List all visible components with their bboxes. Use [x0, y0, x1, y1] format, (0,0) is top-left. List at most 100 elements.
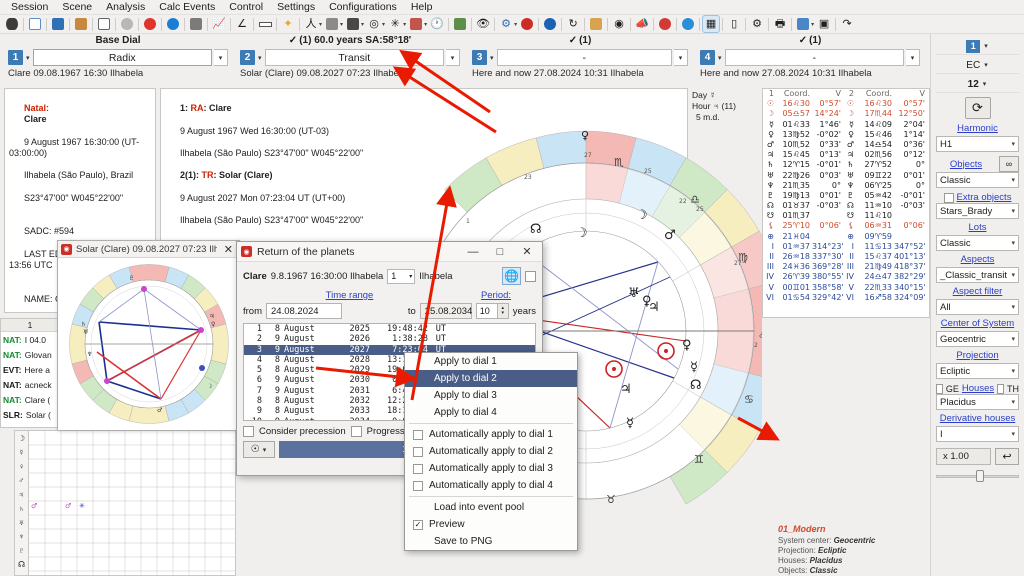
sidebar-center-select[interactable]: Geocentric	[936, 331, 1019, 347]
book-icon[interactable]	[588, 16, 604, 32]
sidebar-th-checkbox[interactable]	[997, 383, 1004, 394]
menu-item-analysis[interactable]: Analysis	[99, 0, 152, 15]
sidebar-ge-checkbox[interactable]	[936, 383, 943, 394]
chevron-down-icon[interactable]: ▾	[424, 21, 427, 28]
asterisk-icon[interactable]: ✳	[387, 16, 403, 32]
context-menu-item[interactable]: Apply to dial 4	[405, 404, 577, 421]
menu-item-configurations[interactable]: Configurations	[322, 0, 404, 15]
sun-chevron-down-icon[interactable]: ▾	[262, 446, 268, 454]
dialog-globe-checkbox[interactable]	[525, 270, 536, 282]
person-icon[interactable]: 人	[303, 16, 319, 32]
globe-icon[interactable]: 🌐	[502, 267, 521, 285]
menu-item-session[interactable]: Session	[4, 0, 55, 15]
menu-item-control[interactable]: Control	[222, 0, 270, 15]
printer-icon[interactable]: 🖶	[772, 16, 788, 32]
context-menu-checkbox[interactable]	[413, 480, 423, 491]
context-menu-item[interactable]: Automatically apply to dial 3	[405, 460, 577, 477]
sidebar-extra-objects-checkbox[interactable]	[943, 192, 954, 203]
sidebar-houses-chevron-down-icon[interactable]: ▾	[982, 80, 988, 88]
sidebar-dial-chevron-down-icon[interactable]: ▾	[983, 42, 989, 50]
dial-4-value[interactable]: -	[724, 49, 904, 66]
dial-2-checkbox[interactable]: ✓	[289, 35, 297, 46]
dial-1-chevron-down-icon[interactable]: ▾	[214, 49, 228, 66]
context-menu-item[interactable]: Load into event pool	[405, 499, 577, 516]
menu-item-help[interactable]: Help	[404, 0, 440, 15]
clock-icon[interactable]: 🕐	[429, 16, 445, 32]
solar-window-titlebar[interactable]: ◉ Solar (Clare) 09.08.2027 07:23 Ilha...…	[58, 241, 239, 258]
orbit-icon[interactable]: ∞	[999, 156, 1019, 172]
close-box-icon[interactable]: ▣	[816, 16, 832, 32]
sidebar-aspects-select[interactable]: _Classic_transit	[936, 267, 1019, 283]
sidebar-zoom-slider[interactable]	[936, 470, 1019, 482]
dialog-from-input[interactable]: 24.08.2024	[266, 303, 342, 319]
sidebar-harmonic-label[interactable]: Harmonic	[936, 123, 1019, 134]
dial-1-number[interactable]: 1	[8, 50, 23, 65]
dialog-time-range-label[interactable]: Time range	[326, 290, 374, 301]
clock-dial-icon[interactable]: ◎	[366, 16, 382, 32]
chevron-down-icon[interactable]: ▾	[811, 21, 814, 28]
sparkle-icon[interactable]: ✦	[280, 16, 296, 32]
dial-4-chevron-down-icon[interactable]: ▾	[906, 49, 920, 66]
context-menu-checkbox[interactable]	[413, 463, 423, 474]
dial-3-value[interactable]: -	[496, 49, 672, 66]
dialog-planet-select[interactable]: 1	[387, 268, 416, 284]
sidebar-objects-select[interactable]: Classic	[936, 172, 1019, 188]
dial-3-chevron-down-icon[interactable]: ▾	[674, 49, 688, 66]
planet-red-icon[interactable]	[657, 16, 673, 32]
sidebar-lots-label[interactable]: Lots	[936, 222, 1019, 233]
context-menu-item[interactable]: Automatically apply to dial 4	[405, 477, 577, 494]
dial-2-value[interactable]: Transit	[264, 49, 444, 66]
exit-icon[interactable]: ↷	[839, 16, 855, 32]
context-menu-item[interactable]: Apply to dial 1	[405, 353, 577, 370]
grid-table-icon[interactable]: ▦	[702, 15, 721, 33]
sidebar-coord-chevron-down-icon[interactable]: ▾	[983, 61, 989, 69]
phone-icon[interactable]: ▯	[726, 16, 742, 32]
record-red-icon[interactable]	[519, 16, 535, 32]
new-document-icon[interactable]	[27, 16, 43, 32]
minimize-button[interactable]: —	[462, 243, 484, 261]
sidebar-derivative-label[interactable]: Derivative houses	[936, 413, 1019, 424]
sidebar-aspects-label[interactable]: Aspects	[936, 254, 1019, 265]
return-date-row[interactable]: 1 8 August 2025 19:48:42 UT	[244, 324, 535, 334]
sidebar-derivative-select[interactable]: I	[936, 426, 1019, 442]
globe-blue-icon[interactable]	[165, 16, 181, 32]
globe-red-icon[interactable]	[142, 16, 158, 32]
sidebar-houses-select[interactable]: Placidus	[936, 394, 1019, 410]
database-icon[interactable]	[4, 16, 20, 32]
dial-1-value[interactable]: Radix	[32, 49, 212, 66]
dial-4-number[interactable]: 4	[700, 50, 715, 65]
context-menu-checkbox[interactable]	[413, 446, 423, 457]
consider-precession-checkbox[interactable]	[243, 426, 254, 437]
dial-4-number-chevron-down-icon[interactable]: ▾	[717, 54, 723, 62]
target-icon[interactable]	[119, 16, 135, 32]
planet-blue-icon[interactable]	[680, 16, 696, 32]
chevron-down-icon[interactable]: ▾	[319, 21, 322, 28]
context-menu-item[interactable]: Apply to dial 2	[405, 370, 577, 387]
gear-blue-icon[interactable]: ⚙	[498, 16, 514, 32]
person-add-icon[interactable]	[452, 16, 468, 32]
dialog-period-spinner[interactable]: ▴ ▾	[497, 303, 509, 319]
context-menu-item[interactable]: Automatically apply to dial 1	[405, 426, 577, 443]
calculator-icon[interactable]	[188, 16, 204, 32]
slider-thumb[interactable]	[975, 470, 984, 482]
dial-4-checkbox[interactable]: ✓	[799, 35, 807, 46]
eye-icon[interactable]: 👁	[475, 16, 491, 32]
context-menu-checkbox[interactable]: ✓	[413, 519, 423, 530]
menu-item-scene[interactable]: Scene	[55, 0, 99, 15]
chevron-down-icon[interactable]: ▾	[361, 21, 364, 28]
table-icon[interactable]	[324, 16, 340, 32]
save-icon[interactable]	[50, 16, 66, 32]
apply-to-dial-context-menu[interactable]: Apply to dial 1 Apply to dial 2 Apply to d…	[404, 352, 578, 551]
calendar-icon[interactable]	[408, 16, 424, 32]
sidebar-projection-label[interactable]: Projection	[936, 350, 1019, 361]
sidebar-projection-select[interactable]: Ecliptic	[936, 363, 1019, 379]
grid-icon[interactable]	[345, 16, 361, 32]
sidebar-aspect-filter-label[interactable]: Aspect filter	[936, 286, 1019, 297]
close-icon[interactable]: ✕	[221, 243, 236, 256]
chart-line-icon[interactable]: 📈	[211, 16, 227, 32]
megaphone-icon[interactable]: 📣	[634, 16, 650, 32]
chevron-down-icon[interactable]: ▾	[514, 21, 517, 28]
dialog-period-label[interactable]: Period:	[481, 290, 511, 301]
solar-chart-svg[interactable]: ♃♀ ♄♅ ♆ ♇ ♂ ☽	[58, 258, 239, 430]
event-list-item[interactable]: NAT: acneck	[1, 377, 59, 392]
